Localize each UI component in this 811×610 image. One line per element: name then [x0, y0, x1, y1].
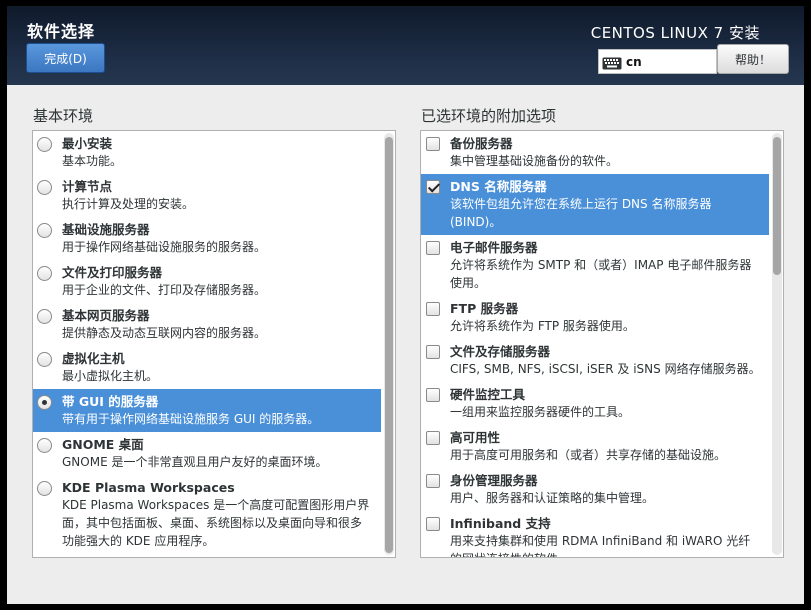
- addon-item[interactable]: FTP 服务器允许将系统作为 FTP 服务器使用。: [421, 296, 769, 339]
- software-selection-window: 软件选择 完成(D) CENTOS LINUX 7 安装 cn 帮助！ 基本环境…: [7, 6, 804, 604]
- checkbox[interactable]: [426, 345, 440, 359]
- environment-name: 最小安装: [62, 136, 113, 151]
- environment-description: 最小虚拟化主机。: [62, 369, 159, 383]
- environment-scrollbar[interactable]: [384, 133, 394, 555]
- environment-description: 执行计算及处理的安装。: [62, 197, 195, 211]
- radio-button[interactable]: [37, 395, 52, 410]
- addon-name: 硬件监控工具: [450, 387, 526, 402]
- environment-description: 带有用于操作网络基础设施服务 GUI 的服务器。: [62, 412, 320, 426]
- addon-description: 一组用来监控服务器硬件的工具。: [450, 405, 631, 419]
- environment-name: 带 GUI 的服务器: [62, 394, 159, 409]
- product-title: CENTOS LINUX 7 安装: [590, 24, 760, 42]
- radio-button[interactable]: [37, 137, 52, 152]
- environment-item[interactable]: 计算节点执行计算及处理的安装。: [33, 174, 381, 217]
- addon-scrollbar-thumb[interactable]: [773, 137, 781, 275]
- environment-item[interactable]: KDE Plasma Workspaces KDE Plasma Workspac…: [33, 475, 381, 554]
- keyboard-icon: [602, 55, 622, 70]
- checkbox[interactable]: [426, 474, 440, 488]
- addon-name: FTP 服务器: [450, 301, 519, 316]
- addon-scrollbar[interactable]: [772, 133, 782, 555]
- addon-items: 备份服务器 集中管理基础设施备份的软件。 DNS 名称服务器 该软件包组允许您在系统上…: [421, 131, 769, 557]
- keyboard-layout-label: cn: [626, 54, 642, 69]
- addon-description: 用来支持集群和使用 RDMA InfiniBand 和 iWARO 光纤的网状连…: [450, 534, 751, 557]
- environment-description: 用于企业的文件、打印及存储服务器。: [62, 283, 267, 297]
- addon-description: 用于高度可用服务和（或者）共享存储的基础设施。: [450, 448, 727, 462]
- environment-item[interactable]: 文件及打印服务器用于企业的文件、打印及存储服务器。: [33, 260, 381, 303]
- addon-item[interactable]: 电子邮件服务器允许将系统作为 SMTP 和（或者）IMAP 电子邮件服务器使用。: [421, 235, 769, 296]
- environment-description: GNOME 是一个非常直观且用户友好的桌面环境。: [62, 455, 328, 469]
- environment-name: KDE Plasma Workspaces: [62, 480, 235, 495]
- environment-description: 用于操作网络基础设施服务的服务器。: [62, 240, 267, 254]
- addon-name: 电子邮件服务器: [450, 240, 538, 255]
- radio-button[interactable]: [37, 266, 52, 281]
- base-environment-list: 最小安装基本功能。计算节点执行计算及处理的安装。 基础设施服务器用于操作网络基础设…: [32, 130, 396, 558]
- environment-scrollbar-thumb[interactable]: [385, 137, 393, 553]
- addon-name: 高可用性: [450, 430, 501, 445]
- environment-item[interactable]: GNOME 桌面 GNOME 是一个非常直观且用户友好的桌面环境。: [33, 432, 381, 475]
- environment-items: 最小安装基本功能。计算节点执行计算及处理的安装。 基础设施服务器用于操作网络基础设…: [33, 131, 381, 557]
- done-button[interactable]: 完成(D): [26, 43, 105, 73]
- environment-name: 文件及打印服务器: [62, 265, 163, 280]
- help-button[interactable]: 帮助！: [717, 44, 789, 74]
- header-bar: 软件选择 完成(D) CENTOS LINUX 7 安装 cn 帮助！: [7, 6, 804, 85]
- addon-name: 备份服务器: [450, 136, 513, 151]
- addon-item[interactable]: Infiniband 支持用来支持集群和使用 RDMA InfiniBand 和…: [421, 511, 769, 557]
- environment-name: 基本网页服务器: [62, 308, 150, 323]
- environment-name: 计算节点: [62, 179, 113, 194]
- environment-description: 提供静态及动态互联网内容的服务器。: [62, 326, 267, 340]
- addon-name: DNS 名称服务器: [450, 179, 547, 194]
- environment-description: KDE Plasma Workspaces 是一个高度可配置图形用户界面，其中包…: [62, 498, 370, 548]
- base-environment-title: 基本环境: [33, 107, 94, 125]
- radio-button[interactable]: [37, 180, 52, 195]
- radio-button[interactable]: [37, 309, 52, 324]
- environment-name: GNOME 桌面: [62, 437, 144, 452]
- addon-list: 备份服务器 集中管理基础设施备份的软件。 DNS 名称服务器 该软件包组允许您在系统上…: [420, 130, 784, 558]
- addon-item[interactable]: DNS 名称服务器该软件包组允许您在系统上运行 DNS 名称服务器(BIND)。: [421, 174, 769, 235]
- addon-name: 身份管理服务器: [450, 473, 538, 488]
- checkbox[interactable]: [426, 302, 440, 316]
- addon-name: Infiniband 支持: [450, 516, 551, 531]
- addon-item[interactable]: 文件及存储服务器 CIFS, SMB, NFS, iSCSI, iSER 及 iS…: [421, 339, 769, 382]
- keyboard-layout-indicator[interactable]: cn: [598, 49, 717, 74]
- environment-item[interactable]: 开发及生成工作站用于软件、硬件、图形或者内容开发的工作站。: [33, 554, 381, 557]
- addon-name: 文件及存储服务器: [450, 344, 551, 359]
- checkbox[interactable]: [426, 180, 440, 194]
- radio-button[interactable]: [37, 352, 52, 367]
- addon-description: CIFS, SMB, NFS, iSCSI, iSER 及 iSNS 网络存储服…: [450, 362, 761, 376]
- page-title: 软件选择: [27, 22, 96, 41]
- addon-description: 集中管理基础设施备份的软件。: [450, 154, 619, 168]
- addon-description: 该软件包组允许您在系统上运行 DNS 名称服务器(BIND)。: [450, 197, 712, 229]
- addon-description: 允许将系统作为 SMTP 和（或者）IMAP 电子邮件服务器使用。: [450, 258, 752, 290]
- addon-item[interactable]: 备份服务器集中管理基础设施备份的软件。: [421, 131, 769, 174]
- addon-item[interactable]: 身份管理服务器用户、服务器和认证策略的集中管理。: [421, 468, 769, 511]
- environment-name: 虚拟化主机: [62, 351, 125, 366]
- radio-button[interactable]: [37, 438, 52, 453]
- environment-item[interactable]: 带 GUI 的服务器带有用于操作网络基础设施服务 GUI 的服务器。: [33, 389, 381, 432]
- checkbox[interactable]: [426, 137, 440, 151]
- environment-item[interactable]: 基本网页服务器提供静态及动态互联网内容的服务器。: [33, 303, 381, 346]
- radio-button[interactable]: [37, 223, 52, 238]
- radio-button[interactable]: [37, 481, 52, 496]
- checkbox[interactable]: [426, 241, 440, 255]
- checkbox[interactable]: [426, 388, 440, 402]
- addon-item[interactable]: 高可用性用于高度可用服务和（或者）共享存储的基础设施。: [421, 425, 769, 468]
- addon-description: 用户、服务器和认证策略的集中管理。: [450, 491, 655, 505]
- checkbox[interactable]: [426, 517, 440, 531]
- addon-description: 允许将系统作为 FTP 服务器使用。: [450, 319, 635, 333]
- checkbox[interactable]: [426, 431, 440, 445]
- environment-description: 基本功能。: [62, 154, 123, 168]
- addon-item[interactable]: 硬件监控工具一组用来监控服务器硬件的工具。: [421, 382, 769, 425]
- environment-item[interactable]: 基础设施服务器用于操作网络基础设施服务的服务器。: [33, 217, 381, 260]
- environment-item[interactable]: 虚拟化主机最小虚拟化主机。: [33, 346, 381, 389]
- environment-name: 基础设施服务器: [62, 222, 150, 237]
- environment-item[interactable]: 最小安装 基本功能。: [33, 131, 381, 174]
- addons-title: 已选环境的附加选项: [421, 107, 557, 125]
